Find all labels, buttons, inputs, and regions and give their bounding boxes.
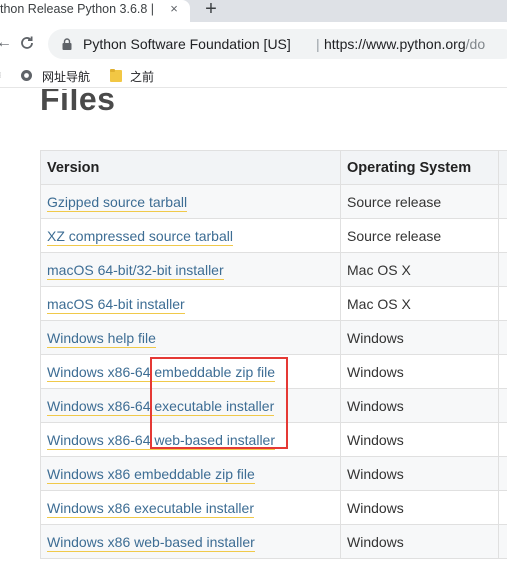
download-link[interactable]: macOS 64-bit/32-bit installer (47, 261, 224, 280)
column-header-version: Version (40, 150, 341, 185)
url-host: https://www.python.org (324, 36, 466, 52)
version-cell: macOS 64-bit/32-bit installer (40, 252, 341, 287)
os-cell: Mac OS X (340, 252, 499, 287)
page-content: Files Version Operating System Gzipped s… (0, 89, 507, 569)
extra-cell (498, 218, 507, 253)
version-cell: macOS 64-bit installer (40, 286, 341, 321)
extra-cell (498, 490, 507, 525)
version-cell: Windows x86 executable installer (40, 490, 341, 525)
lock-icon (62, 38, 72, 50)
apps-icon[interactable]: ≡ (0, 68, 1, 82)
table-row: Windows x86 executable installer Windows (40, 490, 507, 525)
os-cell: Mac OS X (340, 286, 499, 321)
os-cell: Windows (340, 524, 499, 559)
table-row: XZ compressed source tarball Source rele… (40, 218, 507, 253)
url-text: https://www.python.org/do (324, 36, 485, 52)
os-cell: Windows (340, 320, 499, 355)
page-heading: Files (40, 89, 116, 117)
column-header-extra (498, 150, 507, 185)
back-arrow-icon[interactable]: ← (0, 34, 12, 52)
table-row: Windows help file Windows (40, 320, 507, 355)
extra-cell (498, 388, 507, 423)
close-tab-icon[interactable]: × (166, 1, 182, 17)
version-cell: Windows x86 web-based installer (40, 524, 341, 559)
files-table: Version Operating System Gzipped source … (40, 150, 507, 559)
extra-cell (498, 524, 507, 559)
table-row: macOS 64-bit installer Mac OS X (40, 286, 507, 321)
version-cell: Windows x86 embeddable zip file (40, 456, 341, 491)
extra-cell (498, 184, 507, 219)
os-cell: Windows (340, 490, 499, 525)
table-row: Windows x86 embeddable zip file Windows (40, 456, 507, 491)
version-cell: Gzipped source tarball (40, 184, 341, 219)
bookmarks-bar: ≡ 网址导航 之前 (0, 64, 507, 88)
extra-cell (498, 320, 507, 355)
table-header-row: Version Operating System (40, 150, 507, 185)
os-cell: Windows (340, 456, 499, 491)
download-link[interactable]: Windows x86 executable installer (47, 499, 254, 518)
extra-cell (498, 252, 507, 287)
download-link[interactable]: Windows help file (47, 329, 156, 348)
version-cell: Windows help file (40, 320, 341, 355)
omnibox-separator: | (316, 36, 320, 52)
os-cell: Windows (340, 388, 499, 423)
table-row: Windows x86 web-based installer Windows (40, 524, 507, 559)
download-link[interactable]: Windows x86 embeddable zip file (47, 465, 255, 484)
site-identity: Python Software Foundation [US] (83, 36, 291, 52)
bookmark-label[interactable]: 网址导航 (42, 68, 90, 85)
extra-cell (498, 354, 507, 389)
browser-tab[interactable]: thon Release Python 3.6.8 | F × (0, 0, 190, 22)
os-cell: Windows (340, 354, 499, 389)
table-row: macOS 64-bit/32-bit installer Mac OS X (40, 252, 507, 287)
folder-icon (110, 69, 122, 82)
reload-icon[interactable] (18, 34, 36, 52)
download-link[interactable]: Gzipped source tarball (47, 193, 188, 212)
extra-cell (498, 422, 507, 457)
column-header-os: Operating System (340, 150, 499, 185)
download-link[interactable]: XZ compressed source tarball (47, 227, 233, 246)
highlight-annotation-box (150, 357, 288, 449)
table-row: Gzipped source tarball Source release (40, 184, 507, 219)
new-tab-icon[interactable]: + (202, 0, 220, 19)
download-link[interactable]: macOS 64-bit installer (47, 295, 185, 314)
extra-cell (498, 286, 507, 321)
version-cell: XZ compressed source tarball (40, 218, 341, 253)
os-cell: Source release (340, 184, 499, 219)
tab-strip: thon Release Python 3.6.8 | F × + (0, 0, 507, 22)
browser-toolbar: ← Python Software Foundation [US] | http… (0, 22, 507, 64)
os-cell: Windows (340, 422, 499, 457)
url-path: /do (465, 36, 486, 52)
bookmark-folder-label[interactable]: 之前 (130, 68, 154, 85)
extra-cell (498, 456, 507, 491)
download-link[interactable]: Windows x86 web-based installer (47, 533, 255, 552)
globe-icon (21, 70, 32, 81)
os-cell: Source release (340, 218, 499, 253)
address-bar[interactable]: Python Software Foundation [US] | https:… (48, 29, 507, 59)
tab-title: thon Release Python 3.6.8 | F (0, 2, 158, 16)
